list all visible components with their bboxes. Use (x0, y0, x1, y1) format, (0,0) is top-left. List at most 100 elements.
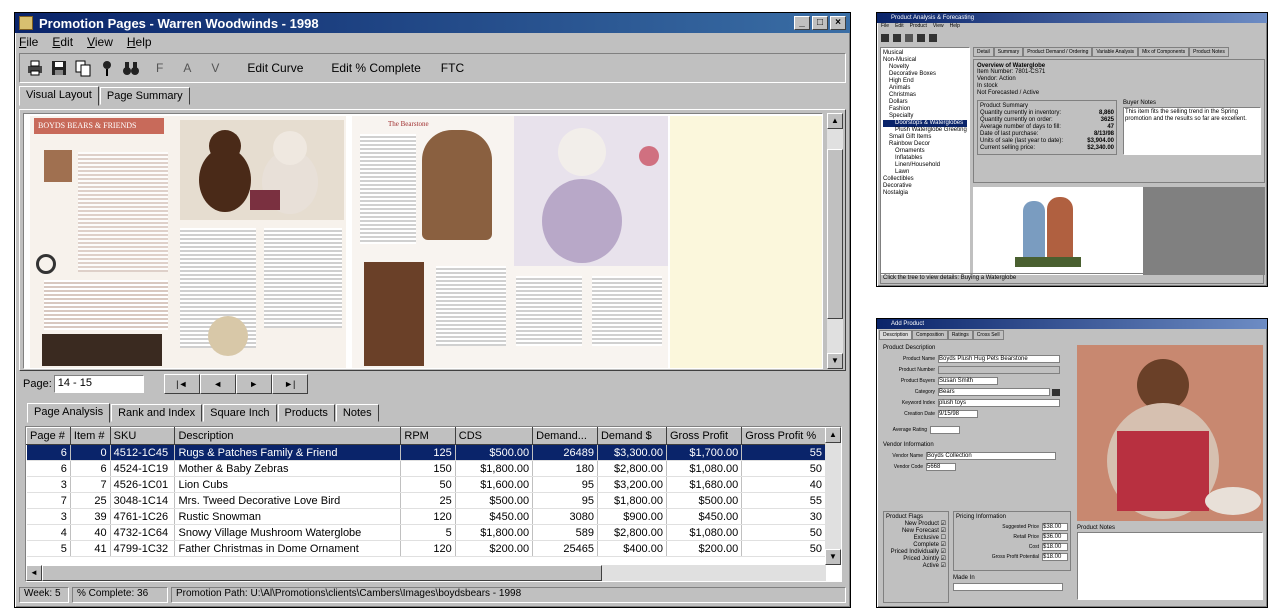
table-row[interactable]: 6 0 4512-1C45 Rugs & Patches Family & Fr… (26, 444, 826, 461)
add-tab-cross-sell[interactable]: Cross Sell (972, 330, 1004, 340)
analysis-tab-mix[interactable]: Mix of Components (1138, 47, 1190, 57)
table-row[interactable]: 6 6 4524-1C19 Mother & Baby Zebras 150 $… (26, 460, 826, 477)
print-icon[interactable] (26, 59, 44, 77)
tree-node[interactable]: Dollars (883, 99, 967, 106)
add-tab-composition[interactable]: Composition (912, 330, 948, 340)
flag-active[interactable]: Active ☑ (886, 563, 946, 570)
tree-node[interactable]: Collectibles (883, 176, 967, 183)
last-page-button[interactable]: ►| (271, 374, 308, 394)
copy-icon[interactable] (74, 59, 92, 77)
main-title-bar[interactable]: Promotion Pages - Warren Woodwinds - 199… (15, 13, 850, 33)
table-row[interactable]: 3 39 4761-1C26 Rustic Snowman 120 $450.0… (26, 508, 826, 525)
analysis-binoculars-icon[interactable] (929, 34, 937, 42)
analysis-pin-icon[interactable] (917, 34, 925, 42)
toolbar-a-button[interactable]: A (183, 61, 191, 75)
analysis-tab-demand[interactable]: Product Demand / Ordering (1023, 47, 1093, 57)
product-buyers-field[interactable]: Susan Smith (938, 377, 998, 385)
tree-node[interactable]: Lawn (883, 169, 967, 176)
tree-node[interactable]: High End (883, 78, 967, 85)
analysis-print-icon[interactable] (881, 34, 889, 42)
col-demand-dollars[interactable]: Demand $ (596, 427, 667, 445)
category-field[interactable]: Bears (938, 388, 1050, 396)
col-cds[interactable]: CDS (454, 427, 534, 445)
grid-scroll-down-icon[interactable]: ▼ (825, 549, 841, 565)
edit-curve-button[interactable]: Edit Curve (247, 61, 303, 75)
tree-node[interactable]: Novelty (883, 64, 967, 71)
tree-node[interactable]: Plush Waterglobe Greeting (883, 127, 967, 134)
grid-scroll-left-icon[interactable]: ◄ (26, 565, 42, 581)
menu-help[interactable]: Help (127, 35, 152, 49)
table-row[interactable]: 7 25 3048-1C14 Mrs. Tweed Decorative Lov… (26, 492, 826, 509)
col-page[interactable]: Page # (26, 427, 71, 445)
analysis-menu-view[interactable]: View (933, 23, 944, 32)
tab-square-inch[interactable]: Square Inch (203, 404, 277, 422)
analysis-menu-help[interactable]: Help (950, 23, 960, 32)
tab-rank-index[interactable]: Rank and Index (111, 404, 203, 422)
grid-scroll-up-icon[interactable]: ▲ (825, 427, 841, 443)
flag-new-product[interactable]: New Product ☑ (886, 521, 946, 528)
tree-node-selected[interactable]: Doorstops & Waterglobes (883, 120, 967, 127)
tree-node[interactable]: Linen/Household (883, 162, 967, 169)
close-icon[interactable]: × (830, 16, 846, 30)
tab-page-analysis[interactable]: Page Analysis (27, 403, 111, 423)
table-row[interactable]: 4 40 4732-1C64 Snowy Village Mushroom Wa… (26, 524, 826, 541)
table-row[interactable]: 5 41 4799-1C32 Father Christmas in Dome … (26, 540, 826, 557)
grid-vertical-scrollbar[interactable]: ▲ ▼ (825, 427, 841, 565)
tree-node[interactable]: Decorative Boxes (883, 71, 967, 78)
flag-exclusive[interactable]: Exclusive ☐ (886, 535, 946, 542)
next-page-button[interactable]: ► (235, 374, 272, 394)
product-name-field[interactable]: Boyds Plush Hug Pets Bearstone (938, 355, 1060, 363)
binoculars-icon[interactable] (1052, 388, 1060, 396)
scroll-thumb[interactable] (827, 149, 843, 319)
tab-products[interactable]: Products (277, 404, 335, 422)
tree-node[interactable]: Christmas (883, 92, 967, 99)
product-number-field[interactable] (938, 366, 1060, 374)
scroll-up-icon[interactable]: ▲ (827, 113, 843, 129)
average-rating-field[interactable] (930, 426, 960, 434)
scroll-down-icon[interactable]: ▼ (827, 353, 843, 369)
add-tab-ratings[interactable]: Ratings (947, 330, 973, 340)
edit-complete-button[interactable]: Edit % Complete (331, 61, 420, 75)
product-notes-field[interactable] (1077, 532, 1263, 600)
creation-date-field[interactable]: 9/15/98 (938, 410, 978, 418)
analysis-menu-product[interactable]: Product (910, 23, 927, 32)
made-in-field[interactable] (953, 583, 1063, 591)
add-tab-description[interactable]: Description (879, 330, 913, 340)
col-gross-profit[interactable]: Gross Profit (665, 427, 743, 445)
page-input[interactable]: 14 - 15 (53, 375, 144, 393)
spread-scrollbar[interactable]: ▲ ▼ (827, 113, 843, 369)
tab-visual-layout[interactable]: Visual Layout (19, 86, 99, 106)
table-row[interactable]: 3 7 4526-1C01 Lion Cubs 50 $1,600.00 95 … (26, 476, 826, 493)
tree-node[interactable]: Specialty (883, 113, 967, 120)
tree-node[interactable]: Rainbow Decor (883, 141, 967, 148)
analysis-menu-edit[interactable]: Edit (895, 23, 904, 32)
grid-horizontal-scrollbar[interactable]: ◄ (26, 565, 826, 581)
tree-node[interactable]: Small Gift Items (883, 134, 967, 141)
analysis-menu-file[interactable]: File (881, 23, 889, 32)
tree-node[interactable]: Ornaments (883, 148, 967, 155)
tree-node[interactable]: Musical (883, 50, 967, 57)
menu-file[interactable]: File (19, 35, 38, 49)
grid-hscroll-thumb[interactable] (42, 565, 602, 581)
analysis-tab-summary[interactable]: Summary (993, 47, 1024, 57)
col-gross-profit-pct[interactable]: Gross Profit % (741, 427, 826, 445)
retail-price-field[interactable]: $36.00 (1042, 533, 1068, 541)
analysis-save-icon[interactable] (893, 34, 901, 42)
analysis-tab-detail[interactable]: Detail (973, 47, 994, 57)
maximize-icon[interactable]: □ (812, 16, 828, 30)
previous-page-button[interactable]: ◄ (199, 374, 236, 394)
flag-priced-jointly[interactable]: Priced Jointly ☑ (886, 556, 946, 563)
menu-edit[interactable]: Edit (52, 35, 73, 49)
menu-view[interactable]: View (87, 35, 113, 49)
col-item[interactable]: Item # (69, 427, 111, 445)
flag-complete[interactable]: Complete ☑ (886, 542, 946, 549)
tree-node[interactable]: Decorative (883, 183, 967, 190)
tree-node[interactable]: Fashion (883, 106, 967, 113)
analysis-tab-variable[interactable]: Variable Analysis (1092, 47, 1139, 57)
ftc-button[interactable]: FTC (441, 61, 464, 75)
vendor-code-field[interactable]: 5668 (926, 463, 956, 471)
binoculars-icon[interactable] (122, 59, 140, 77)
tree-node[interactable]: Non-Musical (883, 57, 967, 64)
col-rpm[interactable]: RPM (400, 427, 456, 445)
category-tree[interactable]: Musical Non-Musical Novelty Decorative B… (880, 47, 970, 275)
